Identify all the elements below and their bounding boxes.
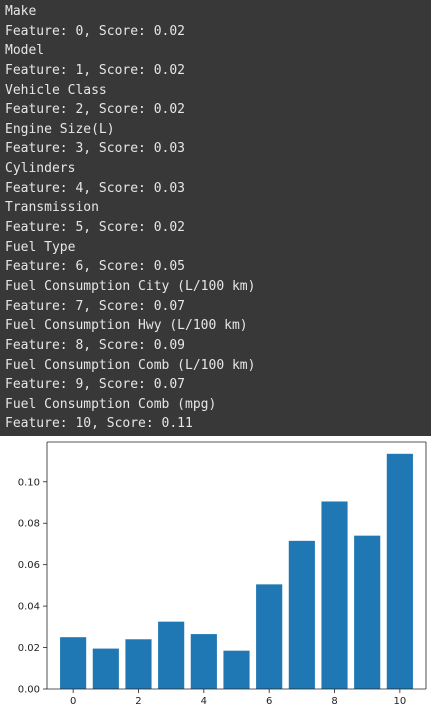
x-tick-label: 10: [393, 696, 406, 707]
bar-chart-output: 0 2 4 6 8 10 0.00 0.02 0.04 0.06 0.08 0.10: [0, 436, 431, 710]
output-line: Make: [5, 4, 37, 19]
output-line: Feature: 5, Score: 0.02: [5, 220, 186, 236]
output-line: Engine Size(L): [5, 121, 115, 137]
output-line: Fuel Consumption Comb (mpg): [5, 396, 217, 412]
bar-1: [92, 648, 119, 689]
output-line: Feature: 4, Score: 0.03: [5, 180, 186, 196]
cell-output-text: Make Feature: 0, Score: 0.02 Model Featu…: [5, 2, 427, 434]
output-line: Model: [5, 43, 45, 59]
output-line: Feature: 6, Score: 0.05: [5, 259, 186, 275]
output-line: Transmission: [5, 200, 99, 216]
bar-9: [354, 535, 381, 689]
bar-4: [190, 634, 217, 689]
bar-2: [125, 639, 152, 689]
bar-8: [321, 501, 348, 689]
output-line: Feature: 7, Score: 0.07: [5, 298, 186, 314]
bar-7: [288, 540, 315, 689]
x-tick-label: 8: [331, 696, 337, 707]
y-tick-label: 0.06: [18, 560, 40, 571]
x-tick-label: 6: [266, 696, 272, 707]
bar-10: [386, 453, 413, 689]
output-line: Feature: 10, Score: 0.11: [5, 416, 193, 432]
y-tick-label: 0.04: [18, 602, 40, 613]
bar-3: [158, 621, 185, 689]
x-tick-label: 2: [135, 696, 141, 707]
output-line: Feature: 1, Score: 0.02: [5, 62, 186, 78]
output-line: Fuel Type: [5, 239, 76, 255]
output-line: Feature: 2, Score: 0.02: [5, 102, 186, 118]
output-line: Vehicle Class: [5, 82, 107, 98]
output-line: Fuel Consumption Comb (L/100 km): [5, 357, 256, 373]
output-line: Cylinders: [5, 161, 76, 177]
y-tick-label: 0.00: [18, 685, 40, 696]
bar-6: [256, 584, 283, 689]
y-tick-label: 0.02: [18, 643, 40, 654]
output-line: Feature: 0, Score: 0.02: [5, 23, 186, 39]
bar-0: [60, 637, 87, 689]
y-tick-label: 0.08: [18, 519, 40, 530]
output-line: Feature: 3, Score: 0.03: [5, 141, 186, 157]
y-tick-label: 0.10: [18, 477, 40, 488]
output-line: Fuel Consumption Hwy (L/100 km): [5, 318, 248, 334]
bar-5: [223, 650, 250, 689]
bar-chart: 0 2 4 6 8 10 0.00 0.02 0.04 0.06 0.08 0.10: [0, 436, 431, 710]
output-line: Feature: 9, Score: 0.07: [5, 377, 186, 393]
x-tick-label: 0: [70, 696, 76, 707]
x-tick-label: 4: [201, 696, 207, 707]
output-line: Fuel Consumption City (L/100 km): [5, 278, 256, 294]
output-line: Feature: 8, Score: 0.09: [5, 337, 186, 353]
